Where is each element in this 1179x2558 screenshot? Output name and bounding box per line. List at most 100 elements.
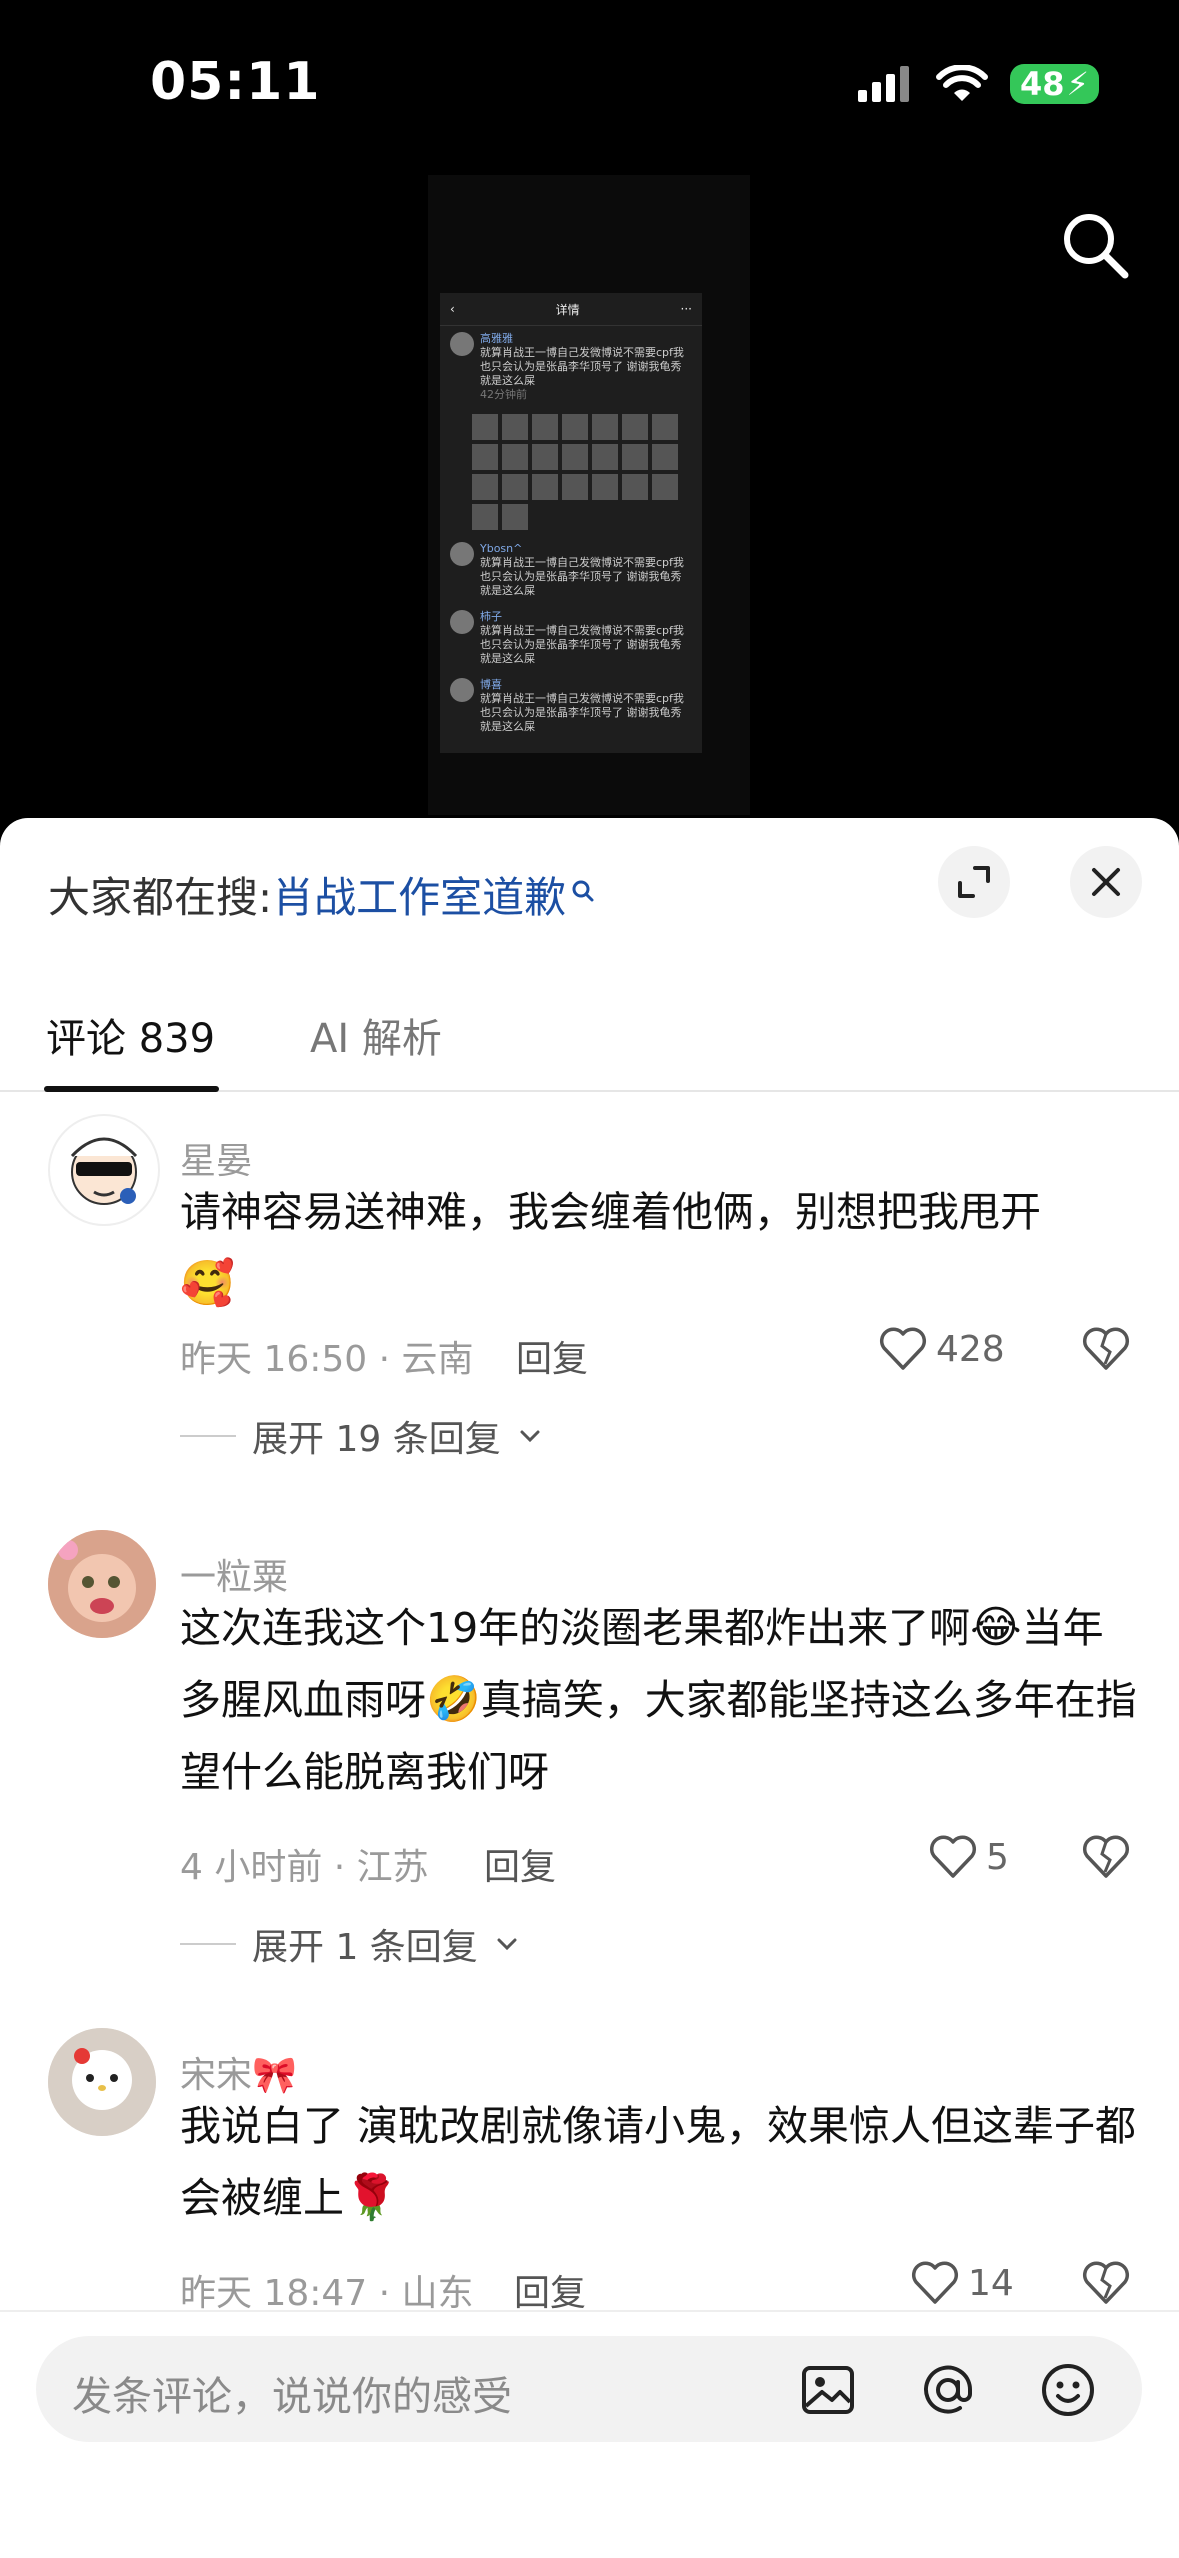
thumb-post-body: 高雅雅 就算肖战王一博自己发微博说不需要cpf我也只会认为是张晶李华顶号了 谢谢… (480, 332, 692, 402)
expand-divider (180, 1943, 236, 1945)
expand-button[interactable] (938, 846, 1010, 918)
rose-emoji-icon: 🌹 (344, 2172, 399, 2223)
reply-button[interactable]: 回复 (514, 2264, 586, 2316)
dislike-button[interactable] (1081, 2260, 1131, 2310)
thumb-sub-text: 就算肖战王一博自己发微博说不需要cpf我也只会认为是张晶李华顶号了 谢谢我龟秀就… (480, 692, 684, 733)
thumb-sub-comment: Ybosn^ 就算肖战王一博自己发微博说不需要cpf我也只会认为是张晶李华顶号了… (440, 536, 702, 604)
comment-meta: 昨天 16:50 · 云南 (180, 1339, 474, 1380)
comment-input-bar: 发条评论，说说你的感受 (0, 2310, 1179, 2558)
dislike-button[interactable] (1081, 1834, 1131, 1884)
heart-icon (929, 1835, 977, 1878)
broken-heart-icon (1082, 2261, 1130, 2304)
chevron-down-icon (520, 1430, 540, 1443)
heart-icon (879, 1327, 927, 1370)
signal-icon (858, 66, 909, 102)
thumb-sub-text: 就算肖战王一博自己发微博说不需要cpf我也只会认为是张晶李华顶号了 谢谢我龟秀就… (480, 556, 684, 597)
emoji-button[interactable] (1038, 2360, 1098, 2420)
comment-text: 请神容易送神难，我会缠着他俩，别想把我甩开 🥰 (180, 1176, 1140, 1320)
comment-text: 我说白了 演耽改剧就像请小鬼，效果惊人但这辈子都会被缠上🌹 (180, 2090, 1140, 2234)
close-icon (1092, 868, 1120, 896)
expand-replies-label: 展开 19 条回复 (252, 1419, 501, 1460)
thumb-sub-avatar (450, 678, 474, 702)
like-count: 5 (986, 1836, 1009, 1878)
broken-heart-icon (1082, 1835, 1130, 1878)
tab-ai-analysis[interactable]: AI 解析 (310, 1006, 442, 1064)
thumb-post: 高雅雅 就算肖战王一博自己发微博说不需要cpf我也只会认为是张晶李华顶号了 谢谢… (440, 326, 702, 408)
avatar[interactable] (48, 1530, 156, 1638)
tab-bar: 评论 839 AI 解析 (0, 986, 1179, 1092)
reply-button[interactable]: 回复 (516, 1330, 588, 1382)
comment-text-body: 我说白了 演耽改剧就像请小鬼，效果惊人但这辈子都会被缠上 (180, 2102, 1137, 2222)
reply-button[interactable]: 回复 (484, 1838, 556, 1890)
comment-meta: 4 小时前 · 江苏 (180, 1847, 429, 1888)
expand-replies-button[interactable]: 展开 1 条回复 (180, 1918, 520, 1970)
comment-text-part: 这次连我这个19年的淡圈老果都炸出来了啊 (180, 1604, 971, 1652)
wifi-icon (936, 65, 988, 101)
broken-heart-icon (1082, 1327, 1130, 1370)
dislike-button[interactable] (1081, 1326, 1131, 1376)
starstruck-emoji-icon: 🥰 (180, 1258, 235, 1309)
status-bar: 05:11 48 ⚡ (0, 0, 1179, 170)
like-count: 428 (936, 1328, 1005, 1370)
avatar-image (52, 1118, 156, 1222)
thumb-more-icon: ··· (680, 302, 692, 316)
search-button[interactable] (1055, 205, 1135, 285)
thumb-title: 详情 (555, 302, 580, 317)
comment-meta: 昨天 18:47 · 山东 (180, 2273, 474, 2314)
video-screenshot: ‹ 详情 ··· 高雅雅 就算肖战王一博自己发微博说不需要cpf我也只会认为是张… (440, 293, 702, 753)
status-time: 05:11 (150, 52, 321, 112)
trending-search[interactable]: 大家都在搜: 肖战工作室道歉 (48, 864, 596, 925)
trending-keyword[interactable]: 肖战工作室道歉 (272, 864, 566, 925)
thumb-avatar (450, 332, 474, 356)
thumb-sub-user: 博喜 (480, 678, 502, 691)
charging-icon: ⚡ (1066, 65, 1089, 103)
comment-input-placeholder: 发条评论，说说你的感受 (72, 2374, 512, 2420)
expand-replies-label: 展开 1 条回复 (252, 1927, 478, 1968)
status-icons: 48 ⚡ (858, 64, 1099, 104)
comment-input[interactable]: 发条评论，说说你的感受 (36, 2336, 1142, 2442)
thumb-sub-user: Ybosn^ (480, 542, 523, 555)
avatar[interactable] (48, 1114, 160, 1226)
image-icon (802, 2366, 854, 2414)
crying-laughing-emoji-icon: 😂 (970, 1602, 1022, 1653)
like-button[interactable]: 428 (878, 1326, 1005, 1372)
crying-laughing-emoji-icon: 🤣 (426, 1674, 481, 1725)
heart-icon (911, 2261, 959, 2304)
avatar-image (48, 2028, 156, 2136)
close-button[interactable] (1070, 846, 1142, 918)
comment-text: 这次连我这个19年的淡圈老果都炸出来了啊😂当年多腥风血雨呀🤣真搞笑，大家都能坚持… (180, 1592, 1140, 1808)
expand-divider (180, 1435, 236, 1437)
thumb-sub-avatar (450, 610, 474, 634)
like-button[interactable]: 5 (928, 1834, 1009, 1880)
thumb-sub-text: 就算肖战王一博自己发微博说不需要cpf我也只会认为是张晶李华顶号了 谢谢我龟秀就… (480, 624, 684, 665)
thumb-avatar-grid (440, 408, 702, 536)
comment-text-body: 请神容易送神难，我会缠着他俩，别想把我甩开 (180, 1188, 1041, 1236)
thumb-sub-comment: 柿子 就算肖战王一博自己发微博说不需要cpf我也只会认为是张晶李华顶号了 谢谢我… (440, 604, 702, 672)
thumb-sub-avatar (450, 542, 474, 566)
expand-replies-button[interactable]: 展开 19 条回复 (180, 1410, 543, 1462)
avatar-image (48, 1530, 156, 1638)
thumb-back-icon: ‹ (450, 302, 455, 316)
small-search-icon (570, 877, 596, 912)
like-button[interactable]: 14 (910, 2260, 1014, 2306)
expand-icon (958, 866, 990, 898)
at-icon (924, 2365, 973, 2414)
thumb-time: 42分钟前 (480, 388, 527, 401)
like-count: 14 (968, 2262, 1014, 2304)
emoji-icon (1042, 2364, 1094, 2416)
image-button[interactable] (798, 2360, 858, 2420)
tab-indicator (44, 1086, 219, 1092)
thumb-text: 就算肖战王一博自己发微博说不需要cpf我也只会认为是张晶李华顶号了 谢谢我龟秀就… (480, 346, 684, 387)
thumb-sub-comment: 博喜 就算肖战王一博自己发微博说不需要cpf我也只会认为是张晶李华顶号了 谢谢我… (440, 672, 702, 740)
trending-prefix: 大家都在搜: (48, 873, 273, 922)
avatar[interactable] (48, 2028, 156, 2136)
tab-comments[interactable]: 评论 839 (46, 1006, 215, 1064)
chevron-down-icon (497, 1938, 517, 1951)
thumb-user: 高雅雅 (480, 332, 513, 345)
thumb-header: ‹ 详情 ··· (440, 293, 702, 326)
mention-button[interactable] (918, 2360, 978, 2420)
battery-indicator: 48 ⚡ (1010, 64, 1099, 104)
search-icon (1064, 214, 1129, 279)
comment-sheet: 大家都在搜: 肖战工作室道歉 评论 839 AI 解析 星晏 请神容易送神难，我… (0, 818, 1179, 2558)
thumb-sub-user: 柿子 (480, 610, 502, 623)
